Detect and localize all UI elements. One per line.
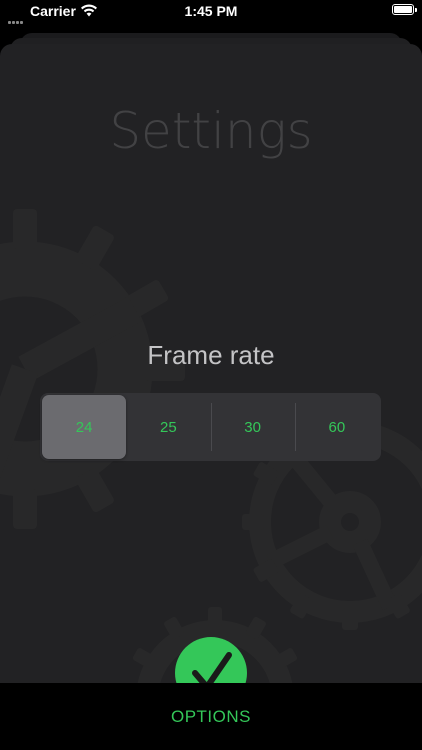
- status-time: 1:45 PM: [184, 3, 238, 19]
- bottom-bar: OPTIONS: [0, 683, 422, 750]
- frame-rate-option-25[interactable]: 25: [126, 395, 210, 459]
- page-title: Settings: [109, 102, 313, 160]
- frame-rate-label: Frame rate: [147, 340, 275, 370]
- frame-rate-option-24[interactable]: 24: [42, 395, 127, 459]
- frame-rate-option-60[interactable]: 60: [294, 395, 379, 459]
- frame-rate-segmented-control: 24 25 30 60: [40, 393, 381, 461]
- frame-rate-option-30[interactable]: 30: [210, 395, 295, 459]
- options-button[interactable]: OPTIONS: [0, 683, 422, 750]
- battery-icon: [392, 4, 417, 15]
- status-bar: Carrier 1:45 PM: [0, 0, 422, 24]
- screen: Carrier 1:45 PM Settings Frame rate 24 2…: [0, 0, 422, 750]
